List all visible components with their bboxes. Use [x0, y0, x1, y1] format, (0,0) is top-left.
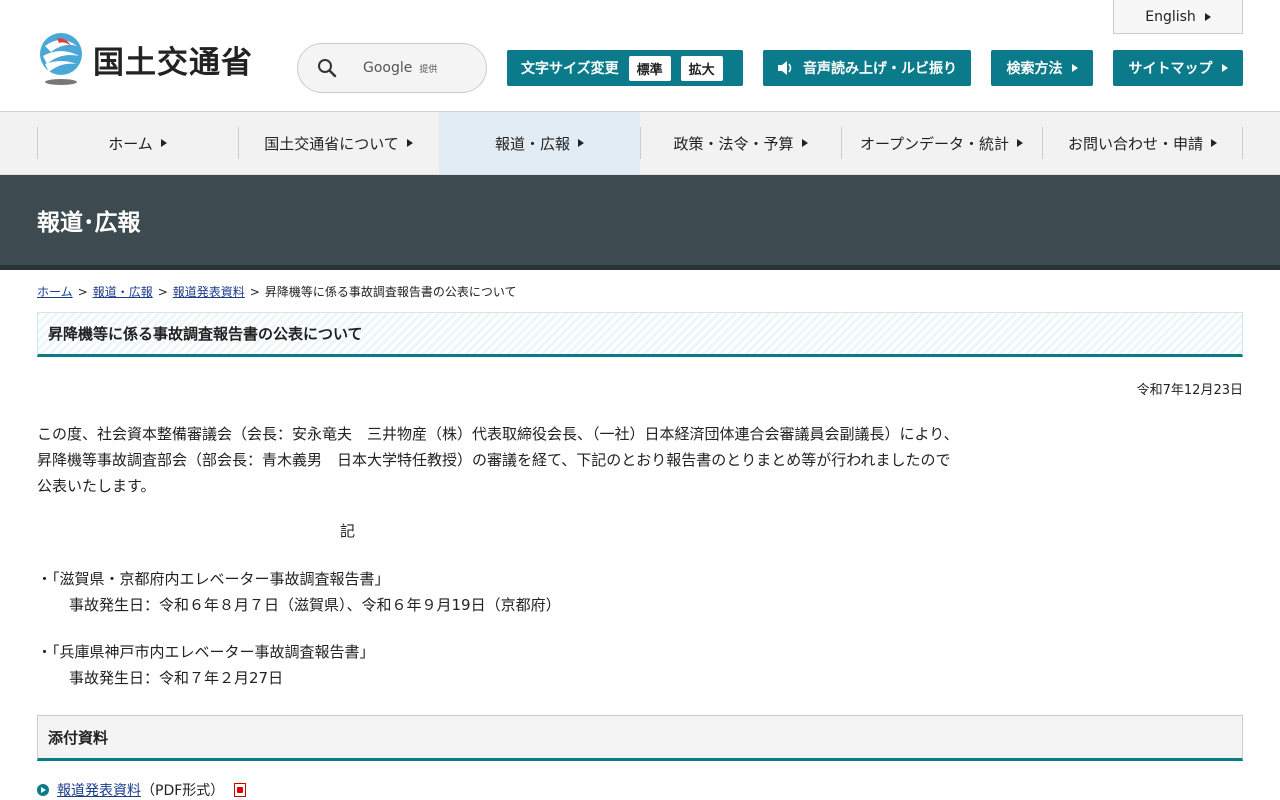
- site-search-box[interactable]: Google 提供: [297, 43, 487, 93]
- speaker-icon: [778, 61, 792, 75]
- arrow-right-icon: [1221, 64, 1228, 72]
- nav-item-label: オープンデータ・統計: [859, 134, 1010, 153]
- english-link[interactable]: English: [1113, 0, 1243, 34]
- nav-item-about[interactable]: 国土交通省について: [238, 112, 439, 174]
- logo-text: 国土交通省: [93, 44, 253, 81]
- nav-item-home[interactable]: ホーム: [37, 112, 238, 174]
- sitemap-label: サイトマップ: [1128, 61, 1213, 77]
- report-item-detail: 事故発生日：令和６年８月７日（滋賀県）、令和６年９月19日（京都府）: [69, 596, 561, 614]
- attachments-heading: 添付資料: [37, 715, 1243, 761]
- breadcrumb-releases-link[interactable]: 報道発表資料: [173, 285, 245, 299]
- arrow-right-icon: [1071, 64, 1078, 72]
- arrow-right-icon: [160, 139, 167, 147]
- attachments-heading-text: 添付資料: [48, 728, 109, 747]
- breadcrumb-separator: >: [157, 285, 168, 299]
- breadcrumb-current: 昇降機等に係る事故調査報告書の公表について: [264, 285, 517, 299]
- site-logo[interactable]: 国土交通省: [37, 32, 253, 86]
- arrow-right-icon: [801, 139, 808, 147]
- report-item-title: ・「兵庫県神戸市内エレベーター事故調査報告書」: [37, 643, 375, 661]
- sitemap-button[interactable]: サイトマップ: [1113, 50, 1243, 86]
- arrow-right-icon: [578, 139, 584, 147]
- breadcrumb-press-link[interactable]: 報道・広報: [93, 285, 153, 299]
- nav-item-label: 報道・広報: [494, 134, 570, 153]
- font-size-label: 文字サイズ変更: [521, 61, 619, 77]
- report-item-detail: 事故発生日：令和７年２月27日: [69, 669, 284, 687]
- search-icon[interactable]: [317, 58, 337, 78]
- pdf-icon: [234, 783, 247, 797]
- voice-reading-label: 音声読み上げ・ルビ振り: [803, 61, 957, 77]
- search-method-button[interactable]: 検索方法: [991, 50, 1093, 86]
- body-line: この度、社会資本整備審議会（会長：安永竜夫 三井物産（株）代表取締役会長、（一社…: [37, 425, 959, 443]
- section-title: 報道･広報: [37, 210, 141, 236]
- report-item: ・「兵庫県神戸市内エレベーター事故調査報告書」 事故発生日：令和７年２月27日: [37, 639, 375, 691]
- arrow-right-icon: [1204, 12, 1211, 21]
- nav-item-label: ホーム: [108, 134, 153, 153]
- nav-item-label: 政策・法令・予算: [673, 134, 794, 153]
- arrow-right-icon: [406, 139, 413, 147]
- attachment-item: 報道発表資料 （PDF形式）: [37, 780, 247, 800]
- nav-item-label: お問い合わせ・申請: [1067, 134, 1203, 153]
- publish-date: 令和7年12月23日: [1136, 383, 1243, 398]
- search-provided-label: 提供: [419, 64, 438, 75]
- mlit-logo-icon: [40, 33, 82, 85]
- page-title-text: 昇降機等に係る事故調査報告書の公表について: [48, 325, 363, 343]
- search-method-label: 検索方法: [1006, 61, 1063, 77]
- breadcrumb: ホーム > 報道・広報 > 報道発表資料 > 昇降機等に係る事故調査報告書の公表について: [37, 283, 517, 300]
- body-paragraph: この度、社会資本整備審議会（会長：安永竜夫 三井物産（株）代表取締役会長、（一社…: [37, 421, 959, 499]
- page-title: 昇降機等に係る事故調査報告書の公表について: [37, 312, 1243, 357]
- circle-arrow-icon: [37, 784, 49, 796]
- arrow-right-icon: [1017, 139, 1024, 147]
- body-line: 昇降機等事故調査部会（部会長：青木義男 日本大学特任教授）の審議を経て、下記のと…: [37, 451, 951, 469]
- report-item-title: ・「滋賀県・京都府内エレベーター事故調査報告書」: [37, 570, 390, 588]
- arrow-right-icon: [1211, 139, 1217, 147]
- breadcrumb-separator: >: [77, 285, 88, 299]
- nav-item-opendata[interactable]: オープンデータ・統計: [841, 112, 1042, 174]
- font-size-control: 文字サイズ変更 標準 拡大: [507, 50, 743, 86]
- section-banner: 報道･広報: [0, 175, 1280, 270]
- ki-marker: 記: [340, 522, 356, 540]
- report-item: ・「滋賀県・京都府内エレベーター事故調査報告書」 事故発生日：令和６年８月７日（…: [37, 566, 561, 618]
- breadcrumb-separator: >: [249, 285, 260, 299]
- global-nav: ホーム 国土交通省について 報道・広報 政策・法令・予算 オープンデータ・統計 …: [0, 112, 1280, 175]
- font-size-large-button[interactable]: 拡大: [680, 55, 723, 81]
- search-engine-label: Google: [363, 60, 413, 76]
- nav-item-press[interactable]: 報道・広報: [439, 112, 640, 174]
- voice-reading-button[interactable]: 音声読み上げ・ルビ振り: [763, 50, 971, 86]
- nav-item-label: 国土交通省について: [264, 134, 399, 153]
- nav-item-contact[interactable]: お問い合わせ・申請: [1042, 112, 1243, 174]
- english-label: English: [1145, 8, 1196, 25]
- site-header: 国土交通省 Google 提供 文字サイズ変更 標準 拡大 音声読み上げ・ルビ振…: [0, 0, 1280, 112]
- attachment-format: （PDF形式）: [141, 783, 225, 799]
- font-size-standard-button[interactable]: 標準: [628, 55, 671, 81]
- body-line: 公表いたします。: [37, 477, 156, 495]
- nav-item-policy[interactable]: 政策・法令・予算: [640, 112, 841, 174]
- attachment-pdf-link[interactable]: 報道発表資料: [57, 780, 141, 800]
- breadcrumb-home-link[interactable]: ホーム: [37, 285, 73, 299]
